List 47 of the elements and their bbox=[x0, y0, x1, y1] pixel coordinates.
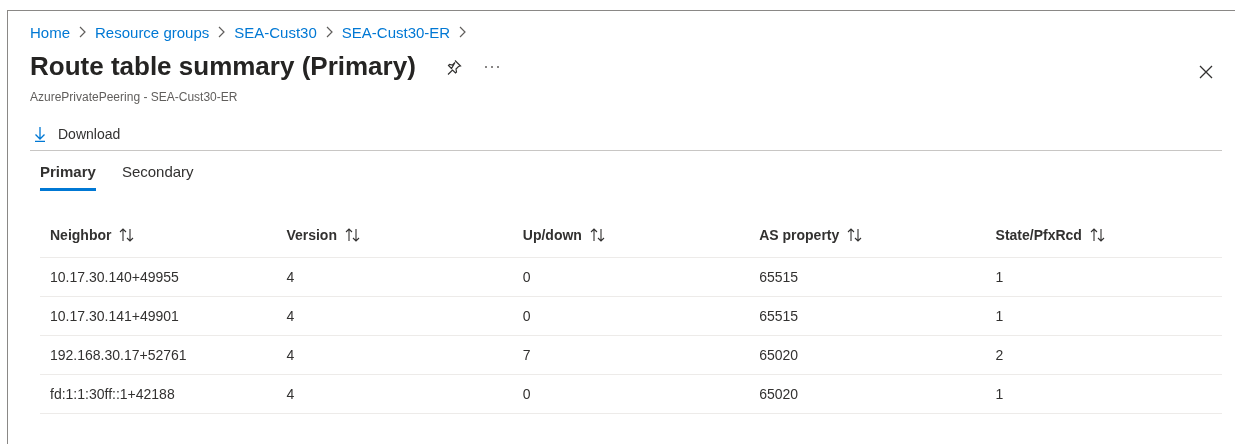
table-cell: 0 bbox=[522, 269, 531, 285]
tab[interactable]: Primary bbox=[40, 163, 96, 191]
column-header[interactable]: Up/down bbox=[522, 227, 582, 243]
table-cell: 65020 bbox=[759, 386, 799, 402]
tab[interactable]: Secondary bbox=[121, 163, 194, 191]
breadcrumb-link[interactable]: Resource groups bbox=[95, 23, 210, 41]
table-cell: 4 bbox=[286, 386, 295, 402]
table-cell: 7 bbox=[522, 347, 531, 363]
column-header[interactable]: Version bbox=[286, 227, 337, 243]
table-cell: 65515 bbox=[759, 269, 799, 285]
sort-icon[interactable] bbox=[119, 228, 136, 242]
table-cell: 4 bbox=[286, 347, 295, 363]
close-icon[interactable] bbox=[1199, 65, 1213, 79]
table-cell: 10.17.30.141+49901 bbox=[50, 308, 179, 324]
sort-icon[interactable] bbox=[847, 228, 864, 242]
table-cell: 1 bbox=[995, 386, 1004, 402]
table-cell: 4 bbox=[286, 269, 295, 285]
column-header[interactable]: State/PfxRcd bbox=[995, 227, 1082, 243]
column-header[interactable]: Neighbor bbox=[50, 227, 112, 243]
table-cell: 1 bbox=[995, 308, 1004, 324]
sort-icon[interactable] bbox=[1089, 228, 1106, 242]
table-cell: 65020 bbox=[759, 347, 799, 363]
breadcrumb-link[interactable]: Home bbox=[30, 23, 70, 41]
more-icon[interactable] bbox=[483, 64, 500, 69]
chevron-icon bbox=[217, 26, 227, 38]
table-cell: 65515 bbox=[759, 308, 799, 324]
chevron-icon bbox=[458, 26, 468, 38]
chevron-icon bbox=[324, 26, 334, 38]
table-cell: 10.17.30.140+49955 bbox=[50, 269, 179, 285]
breadcrumb-link[interactable]: SEA-Cust30 bbox=[234, 23, 317, 41]
table-cell: fd:1:1:30ff::1+42188 bbox=[50, 386, 175, 402]
table-cell: 1 bbox=[995, 269, 1004, 285]
table-cell: 2 bbox=[995, 347, 1004, 363]
download-icon bbox=[34, 126, 46, 142]
table-cell: 192.168.30.17+52761 bbox=[50, 347, 187, 363]
sort-icon[interactable] bbox=[589, 228, 606, 242]
chevron-icon bbox=[78, 26, 87, 38]
table-cell: 0 bbox=[522, 386, 531, 402]
breadcrumb-link[interactable]: SEA-Cust30-ER bbox=[341, 23, 451, 41]
pin-icon[interactable] bbox=[445, 58, 462, 75]
table-cell: 4 bbox=[286, 308, 295, 324]
sort-icon[interactable] bbox=[345, 228, 361, 242]
table-cell: 0 bbox=[522, 308, 531, 324]
page-title: Route table summary (Primary) bbox=[30, 51, 416, 82]
column-header[interactable]: AS property bbox=[759, 227, 840, 243]
subtitle: AzurePrivatePeering - SEA-Cust30-ER bbox=[30, 90, 239, 104]
download-button[interactable]: Download bbox=[30, 120, 125, 148]
